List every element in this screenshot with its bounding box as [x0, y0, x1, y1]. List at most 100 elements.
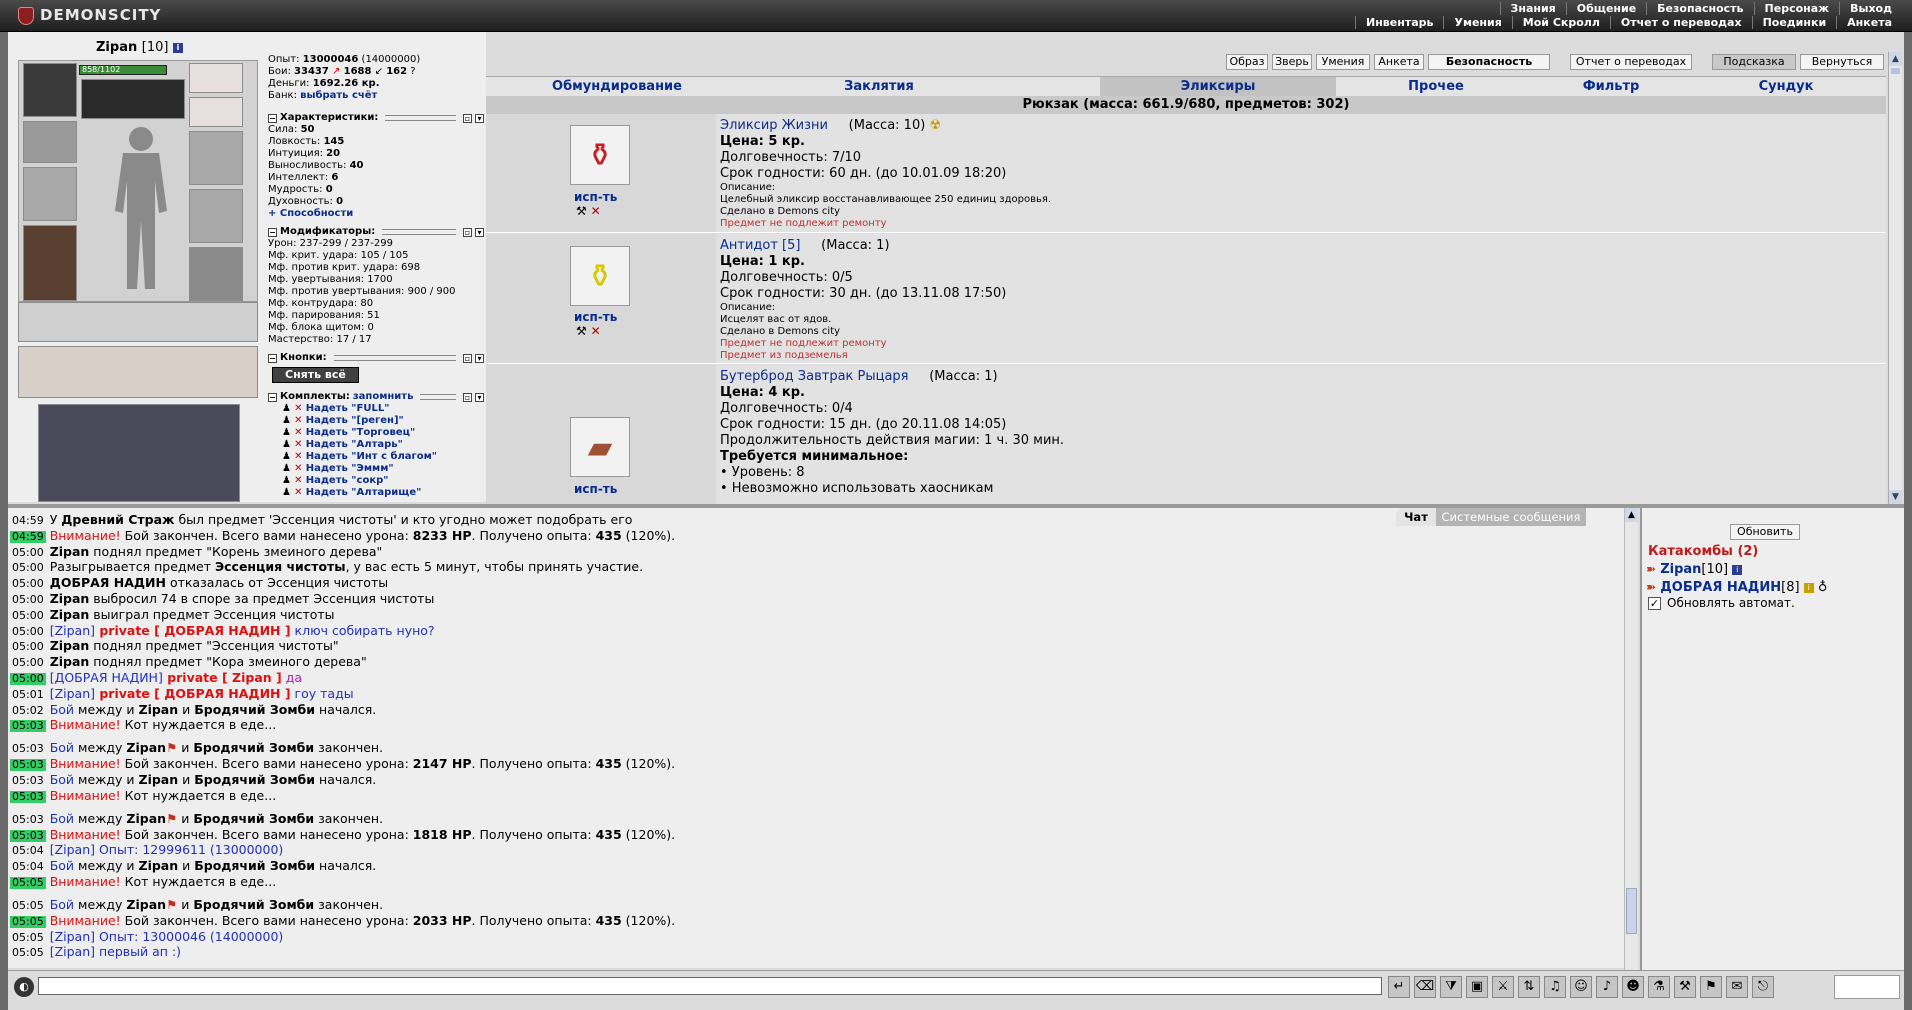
chat-text[interactable]: [ДОБРАЯ НАДИН] — [50, 670, 163, 685]
remember-link[interactable]: запомнить — [353, 391, 414, 403]
use-link[interactable]: исп-ть — [574, 310, 617, 324]
info-icon[interactable]: i — [1732, 564, 1743, 575]
chat-text[interactable]: гоу тады — [291, 686, 354, 701]
use-link[interactable]: исп-ть — [574, 482, 617, 496]
ring-slots[interactable] — [81, 79, 185, 119]
online-user[interactable]: ➽ ДОБРАЯ НАДИН[8] i ♁ — [1646, 580, 1827, 595]
info-icon[interactable]: i — [1803, 582, 1814, 593]
chat-time[interactable]: 05:00 — [10, 625, 46, 638]
chat-name[interactable]: 2147 HP — [413, 756, 472, 771]
smiley-menu-icon[interactable]: ◐ — [14, 977, 34, 997]
spell-slots[interactable] — [38, 404, 240, 502]
menu-security[interactable]: Безопасность — [1646, 2, 1753, 15]
submenu-transfer-report[interactable]: Отчет о переводах — [1609, 16, 1752, 29]
chat-time[interactable]: 05:01 — [10, 688, 46, 701]
sandwich-icon[interactable]: ▰ — [570, 417, 630, 477]
scroll-up-icon[interactable]: ▲ — [1625, 508, 1638, 522]
fight-icon[interactable]: ⚔ — [1492, 976, 1514, 998]
dropdown-icon[interactable]: ▾ — [475, 113, 484, 123]
weapon-right-slot[interactable] — [189, 189, 243, 243]
kit-link[interactable]: Надеть "Инт с благом" — [306, 451, 437, 462]
music-icon[interactable]: ♫ — [1544, 976, 1566, 998]
people-icon[interactable]: ☻ — [1622, 976, 1644, 998]
appearance-button[interactable]: Образ — [1226, 54, 1268, 70]
scroll-slots[interactable] — [18, 346, 258, 398]
chat-scrollbar[interactable]: ▲ — [1624, 508, 1638, 970]
chat-time[interactable]: 05:00 — [10, 593, 46, 606]
chat-time[interactable]: 05:05 — [10, 931, 46, 944]
minimize-icon[interactable]: ▫ — [463, 227, 472, 237]
chat-name[interactable]: Zipan — [50, 654, 90, 669]
chat-time[interactable]: 05:03 — [10, 720, 46, 733]
drop-icon[interactable]: ⚒ — [576, 204, 587, 218]
transfer-report-button[interactable]: Отчет о переводах — [1570, 54, 1692, 70]
user-name[interactable]: Zipan — [1660, 562, 1701, 577]
delete-kit-icon[interactable]: ✕ — [294, 475, 302, 486]
chat-time[interactable]: 05:03 — [10, 774, 46, 787]
chat-name[interactable]: 435 — [596, 827, 622, 842]
chat-time[interactable]: 05:03 — [10, 813, 46, 826]
chat-text[interactable]: Опыт: 12999611 (13000000) — [95, 842, 283, 857]
action-icon[interactable]: ➽ — [1646, 580, 1656, 594]
chat-time[interactable]: 05:00 — [10, 562, 46, 574]
chat-name[interactable]: Zipan — [126, 897, 166, 912]
kit-link[interactable]: Надеть "[реген]" — [306, 415, 404, 426]
chat-text[interactable]: Опыт: 13000046 (14000000) — [95, 929, 283, 944]
chat-name[interactable]: 2033 HP — [413, 913, 472, 928]
chat-name[interactable]: Бродячий Зомби — [193, 811, 314, 826]
chat-name[interactable]: Бродячий Зомби — [194, 702, 315, 717]
chat-time[interactable]: 05:00 — [10, 578, 46, 590]
tab-chest[interactable]: Сундук — [1686, 77, 1886, 97]
chat-time[interactable]: 05:03 — [10, 743, 46, 755]
chat-name[interactable]: Zipan — [50, 544, 90, 559]
auto-update[interactable]: ✓ Обновлять автомат. — [1648, 596, 1795, 610]
chat-time[interactable]: 05:04 — [10, 861, 46, 873]
tab-spells[interactable]: Заклятия — [748, 77, 1010, 97]
delete-kit-icon[interactable]: ✕ — [294, 439, 302, 450]
chat-name[interactable]: Zipan — [126, 740, 166, 755]
menu-communication[interactable]: Общение — [1565, 2, 1646, 15]
armor-slot[interactable] — [23, 225, 77, 301]
inventory-scrollbar[interactable]: ▲ ▼ — [1888, 52, 1902, 504]
scroll-up-icon[interactable]: ▲ — [1889, 52, 1902, 66]
chat-time[interactable]: 05:00 — [10, 609, 46, 622]
chat-name[interactable]: ДОБРАЯ НАДИН — [50, 575, 166, 590]
dropdown-icon[interactable]: ▾ — [475, 227, 484, 237]
profile-button[interactable]: Анкета — [1374, 54, 1424, 70]
chat-name[interactable]: 435 — [596, 528, 622, 543]
auto-update-checkbox[interactable]: ✓ — [1648, 597, 1661, 610]
use-link[interactable]: исп-ть — [574, 190, 617, 204]
delete-kit-icon[interactable]: ✕ — [294, 463, 302, 474]
user-name[interactable]: ДОБРАЯ НАДИН — [1660, 580, 1781, 595]
chat-name[interactable]: Zipan — [139, 858, 179, 873]
item-title[interactable]: Бутерброд Завтрак Рыцаря — [720, 369, 909, 384]
chat-text[interactable]: первый ап :) — [95, 944, 181, 959]
amulet-slot[interactable] — [189, 97, 243, 127]
chat-time[interactable]: 05:00 — [10, 672, 46, 685]
chat-time[interactable]: 05:04 — [10, 845, 46, 857]
chat-name[interactable]: Zipan — [139, 702, 179, 717]
gloves-slot[interactable] — [189, 131, 243, 185]
chat-name[interactable]: Бродячий Зомби — [194, 772, 315, 787]
chat-text[interactable]: [Zipan] — [50, 842, 95, 857]
save-icon[interactable]: ▣ — [1466, 976, 1488, 998]
chat-name[interactable]: 1818 HP — [413, 827, 472, 842]
kit-link[interactable]: Надеть "сокр" — [306, 475, 389, 486]
online-user[interactable]: ➽ Zipan[10] i — [1646, 562, 1743, 577]
kit-link[interactable]: Надеть "Алтарь" — [306, 439, 403, 450]
security-button[interactable]: Безопасность — [1428, 54, 1550, 70]
chat-time[interactable]: 05:03 — [10, 759, 46, 772]
legs-slot[interactable] — [189, 247, 243, 301]
chat-time[interactable]: 04:59 — [10, 515, 46, 527]
earring-slot[interactable] — [189, 63, 243, 93]
info-icon[interactable]: i — [172, 42, 183, 53]
tab-other[interactable]: Прочее — [1336, 77, 1536, 97]
chat-time[interactable]: 05:00 — [10, 641, 46, 653]
submenu-profile[interactable]: Анкета — [1836, 16, 1902, 29]
bracers-slot[interactable] — [23, 121, 77, 163]
chat-time[interactable]: 05:05 — [10, 899, 46, 912]
collapse-icon[interactable]: − — [268, 353, 277, 363]
drop-icon[interactable]: ⚒ — [576, 324, 587, 338]
tab-filter[interactable]: Фильтр — [1536, 77, 1686, 97]
chat-text[interactable]: [Zipan] — [50, 623, 95, 638]
